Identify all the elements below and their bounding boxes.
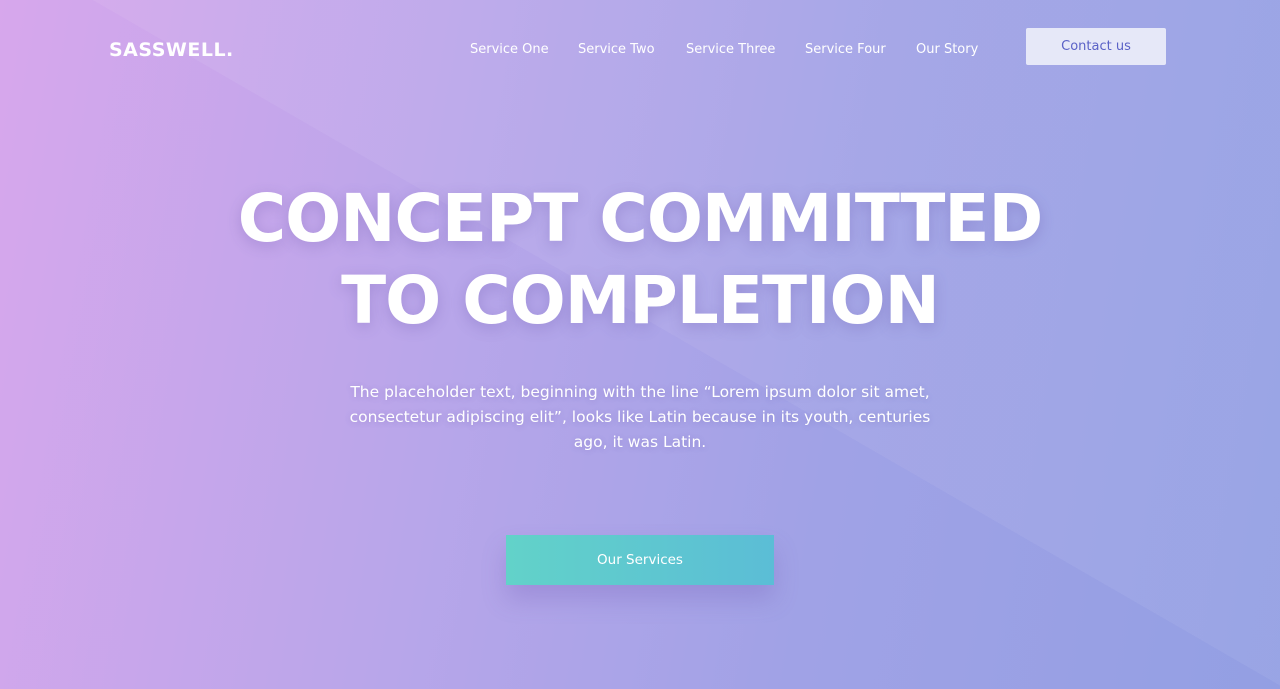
- nav-link-service-two[interactable]: Service Two: [578, 41, 655, 59]
- nav-link-service-three[interactable]: Service Three: [686, 41, 775, 59]
- hero-subtitle: The placeholder text, beginning with the…: [349, 383, 931, 451]
- hero-headline: CONCEPT COMMITTED TO COMPLETION: [140, 178, 1140, 342]
- background-diagonal-shape: [0, 0, 1280, 689]
- hero-headline-line-1: CONCEPT COMMITTED: [237, 180, 1044, 257]
- brand-logo[interactable]: SASSWELL.: [109, 38, 234, 62]
- hero-headline-line-2: TO COMPLETION: [341, 262, 940, 339]
- nav-link-our-story[interactable]: Our Story: [916, 41, 978, 59]
- nav-link-service-four[interactable]: Service Four: [805, 41, 886, 59]
- nav-link-service-one[interactable]: Service One: [470, 41, 549, 59]
- our-services-button[interactable]: Our Services: [506, 535, 774, 585]
- contact-us-button[interactable]: Contact us: [1026, 28, 1166, 65]
